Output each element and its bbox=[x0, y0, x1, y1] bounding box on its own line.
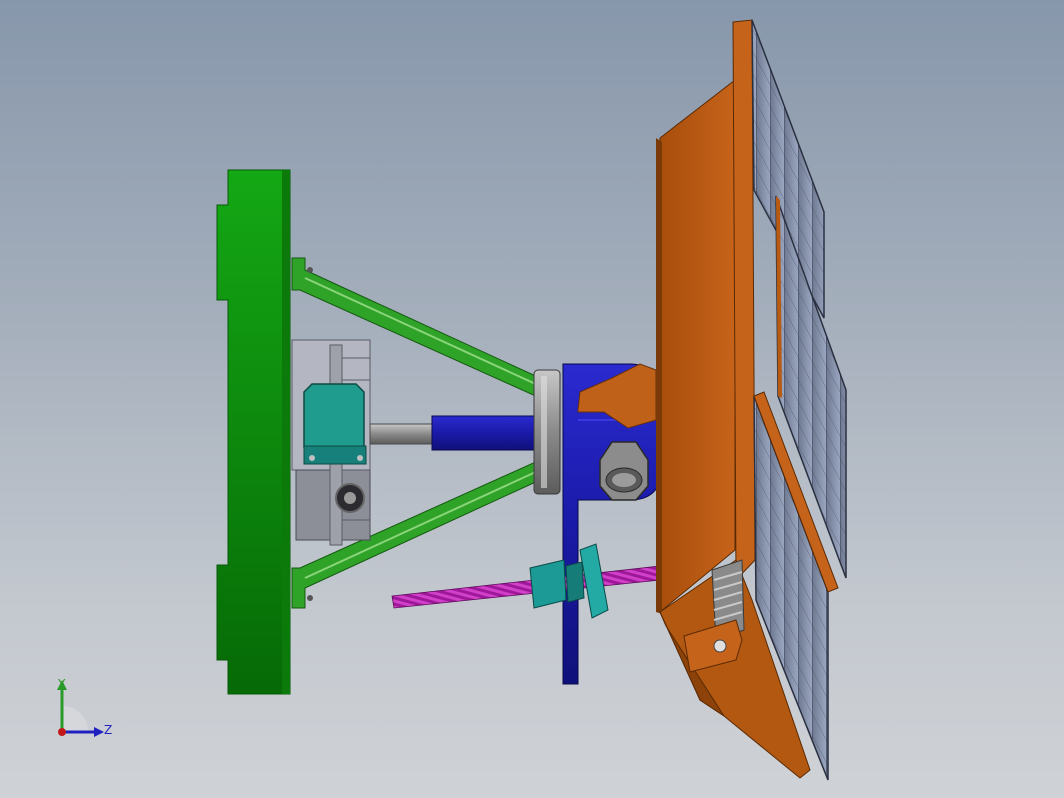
pin-icon bbox=[713, 639, 727, 653]
gear-motor[interactable] bbox=[291, 339, 371, 546]
drive-shaft[interactable] bbox=[369, 415, 537, 451]
cad-model-scene[interactable] bbox=[0, 0, 1064, 798]
y-axis-label: Y bbox=[57, 677, 66, 691]
lead-screw[interactable] bbox=[391, 565, 661, 609]
bolt-icon bbox=[307, 595, 313, 601]
base-mount-plate[interactable] bbox=[216, 169, 291, 695]
graphics-viewport[interactable]: Y Z bbox=[0, 0, 1064, 798]
shaft-flange[interactable] bbox=[533, 369, 561, 495]
bolt-icon bbox=[307, 267, 313, 273]
coordinate-triad: Y Z bbox=[57, 677, 112, 737]
z-axis-label: Z bbox=[104, 723, 112, 737]
hex-nut[interactable] bbox=[599, 441, 649, 501]
x-axis-dot-icon bbox=[58, 728, 66, 736]
